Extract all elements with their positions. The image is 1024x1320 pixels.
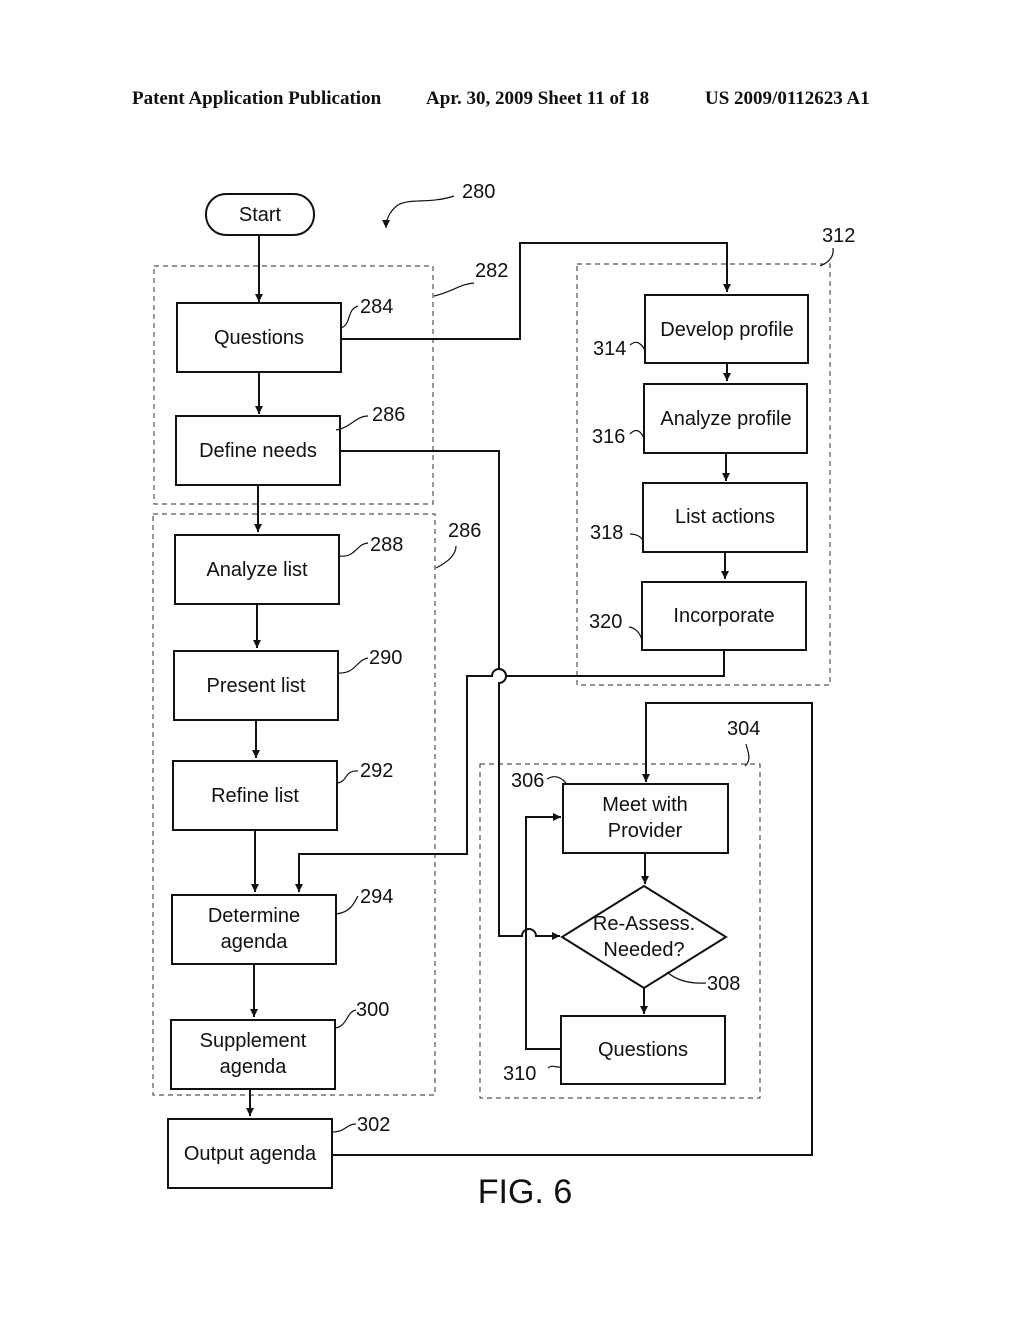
node-determine-agenda-ref: 294: [360, 886, 393, 908]
group-282-label: 282: [475, 260, 508, 282]
node-supplement-agenda: Supplement agenda 300: [170, 999, 389, 1090]
node-output-agenda-ref: 302: [357, 1114, 390, 1136]
figure-caption: FIG. 6: [478, 1173, 572, 1211]
group-312-label: 312: [822, 225, 855, 247]
node-analyze-list-ref: 288: [370, 534, 403, 556]
node-determine-agenda-label-1: Determine: [208, 905, 300, 927]
node-determine-agenda-label-2: agenda: [221, 931, 289, 953]
node-incorporate-ref: 320: [589, 611, 622, 633]
node-questions: Questions 284: [176, 296, 393, 373]
node-start-label: Start: [239, 204, 282, 226]
node-list-actions-label: List actions: [675, 506, 775, 528]
group-312-leader: [819, 247, 834, 267]
node-reassess-label-2: Needed?: [603, 939, 684, 961]
node-define-needs: Define needs 286: [175, 404, 405, 486]
node-start: Start: [205, 193, 315, 236]
flowchart: 280 282 286 312 304 Start Questions 284 …: [152, 181, 855, 1211]
node-questions-b-ref: 310: [503, 1063, 536, 1085]
node-questions-label: Questions: [214, 327, 304, 349]
node-refine-list: Refine list 292: [172, 760, 393, 831]
node-analyze-list: Analyze list 288: [174, 534, 403, 605]
node-define-needs-ref: 286: [372, 404, 405, 426]
node-incorporate: Incorporate 320: [589, 581, 807, 651]
group-286-b-label: 286: [448, 520, 481, 542]
node-analyze-list-label: Analyze list: [206, 559, 308, 581]
node-output-agenda-label: Output agenda: [184, 1143, 317, 1165]
node-present-list-ref: 290: [369, 647, 402, 669]
node-supplement-agenda-ref: 300: [356, 999, 389, 1021]
node-questions-b: Questions 310: [503, 1015, 726, 1085]
node-present-list: Present list 290: [173, 647, 402, 721]
figure-reference-label: 280: [462, 181, 495, 203]
edge-questions-meet-loop: [525, 813, 561, 1050]
group-304-label: 304: [727, 718, 760, 740]
edge-output-meet: [332, 702, 813, 1156]
node-questions-b-label: Questions: [598, 1039, 688, 1061]
node-meet-with-provider-ref: 306: [511, 770, 544, 792]
group-282-leader: [433, 282, 475, 297]
node-develop-profile-ref: 314: [593, 338, 626, 360]
group-304-leader: [744, 743, 750, 767]
node-reassess-decision: Re-Assess. Needed? 308: [560, 884, 740, 995]
node-meet-with-provider-label-1: Meet with: [602, 794, 688, 816]
node-supplement-agenda-label-1: Supplement: [200, 1030, 307, 1052]
figure-reference-arrow: [382, 195, 455, 229]
node-refine-list-label: Refine list: [211, 785, 299, 807]
node-refine-list-ref: 292: [360, 760, 393, 782]
node-reassess-label-1: Re-Assess.: [593, 913, 695, 935]
node-questions-ref: 284: [360, 296, 393, 318]
node-incorporate-label: Incorporate: [673, 605, 774, 627]
node-list-actions-ref: 318: [590, 522, 623, 544]
node-analyze-profile-ref: 316: [592, 426, 625, 448]
node-output-agenda: Output agenda 302: [167, 1114, 390, 1189]
node-reassess-ref: 308: [707, 973, 740, 995]
node-analyze-profile-label: Analyze profile: [660, 408, 791, 430]
group-286-b-leader: [435, 545, 457, 569]
node-develop-profile-label: Develop profile: [660, 319, 793, 341]
node-meet-with-provider-label-2: Provider: [608, 820, 683, 842]
node-develop-profile: Develop profile 314: [593, 294, 809, 364]
node-supplement-agenda-label-2: agenda: [220, 1056, 288, 1078]
node-list-actions: List actions 318: [590, 482, 808, 553]
node-determine-agenda: Determine agenda 294: [171, 886, 393, 965]
node-present-list-label: Present list: [207, 675, 306, 697]
node-analyze-profile: Analyze profile 316: [592, 383, 808, 454]
node-define-needs-label: Define needs: [199, 440, 317, 462]
node-meet-with-provider: Meet with Provider 306: [511, 770, 729, 854]
